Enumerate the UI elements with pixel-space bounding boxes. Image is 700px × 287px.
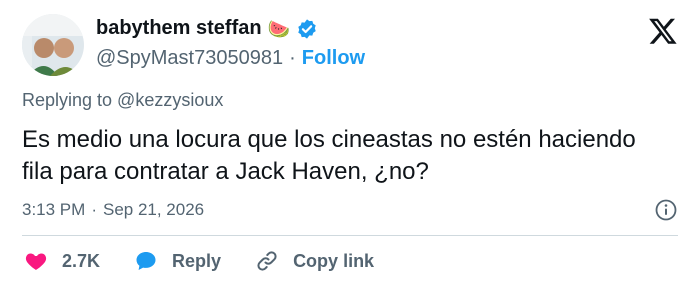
link-icon xyxy=(257,251,277,271)
info-icon[interactable] xyxy=(654,198,678,222)
copy-link-label: Copy link xyxy=(293,250,375,271)
follow-button[interactable]: Follow xyxy=(302,47,365,70)
x-logo-icon[interactable] xyxy=(648,16,678,46)
tweet-time: 3:13 PM xyxy=(22,200,86,219)
reply-button[interactable]: Reply xyxy=(134,249,221,273)
author-name-row: babythem steffan 🍉 xyxy=(96,17,318,40)
tweet-date: Sep 21, 2026 xyxy=(102,200,205,219)
avatar-image xyxy=(22,14,84,76)
author-display-name[interactable]: babythem steffan xyxy=(96,17,262,40)
author-handle-row: @SpyMast73050981 · Follow xyxy=(96,47,365,70)
divider xyxy=(22,235,678,236)
handle-separator: · xyxy=(289,47,296,69)
like-count: 2.7K xyxy=(62,250,101,271)
reply-bubble-icon xyxy=(136,252,156,270)
timestamp-separator: · xyxy=(91,200,97,219)
tweet-text: Es medio una locura que los cineastas no… xyxy=(22,126,636,185)
avatar[interactable] xyxy=(22,14,84,76)
reply-label: Reply xyxy=(172,250,222,271)
like-button[interactable]: 2.7K xyxy=(24,249,100,273)
watermelon-emoji: 🍉 xyxy=(267,18,291,39)
tweet-timestamp[interactable]: 3:13 PM · Sep 21, 2026 xyxy=(22,200,204,220)
heart-icon xyxy=(25,253,47,270)
replying-to-text[interactable]: Replying to @kezzysioux xyxy=(22,90,223,111)
verified-badge-icon xyxy=(298,18,316,39)
copy-link-button[interactable]: Copy link xyxy=(255,249,374,273)
action-bar: 2.7K Reply Copy link xyxy=(24,249,408,273)
author-handle[interactable]: @SpyMast73050981 xyxy=(96,47,283,70)
